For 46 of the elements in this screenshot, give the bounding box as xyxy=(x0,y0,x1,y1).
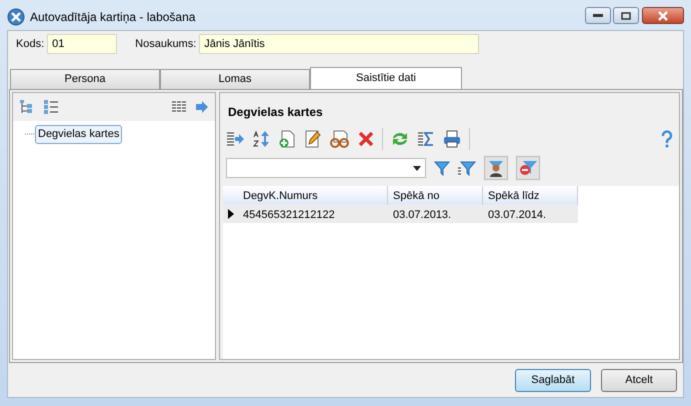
help-icon[interactable] xyxy=(661,130,673,148)
panel-title: Degvielas kartes xyxy=(228,105,323,119)
tab[interactable]: Lomas xyxy=(160,69,310,89)
list-icon[interactable] xyxy=(43,99,59,115)
table-cell-text: 03.07.2013. xyxy=(392,208,452,223)
add-document-icon[interactable] xyxy=(278,130,296,148)
filter-list-icon[interactable] xyxy=(458,160,476,176)
refresh-icon[interactable] xyxy=(391,130,409,148)
tab[interactable]: Saistītie dati xyxy=(310,67,462,89)
edit-icon[interactable] xyxy=(304,130,322,148)
no-entry-filter-icon xyxy=(519,159,537,177)
close-button[interactable] xyxy=(642,7,684,24)
person-icon xyxy=(487,159,505,177)
tree-item[interactable]: Degvielas kartes xyxy=(35,125,122,144)
table-cell-text: 03.07.2014. xyxy=(487,208,548,223)
export-icon[interactable] xyxy=(226,130,244,148)
sort-icon[interactable] xyxy=(252,130,270,148)
save-button[interactable]: Saglabāt xyxy=(515,368,591,392)
window-title: Autovadītāja kartiņa - labošana xyxy=(30,8,196,26)
text-field[interactable]: Jānis Jānītis xyxy=(199,34,480,54)
sum-icon[interactable] xyxy=(417,130,435,148)
tab[interactable]: Persona xyxy=(10,69,160,89)
view-icon[interactable] xyxy=(330,130,350,148)
columns-icon[interactable] xyxy=(171,100,187,114)
field-label: Nosaukums: xyxy=(135,36,196,52)
app-icon xyxy=(7,8,25,26)
delete-icon[interactable] xyxy=(358,131,374,147)
clear-filter-button[interactable] xyxy=(516,156,540,180)
tree-line xyxy=(25,133,35,136)
caret-icon xyxy=(413,166,421,170)
text-field[interactable]: 01 xyxy=(47,34,118,54)
table-row[interactable]: 454565321212122 03.07.2013. 03.07.2014. xyxy=(223,205,578,223)
close-icon xyxy=(657,10,669,20)
user-filter-button[interactable] xyxy=(484,156,508,180)
field-label: Kods: xyxy=(16,36,44,52)
maximize-icon xyxy=(621,12,632,20)
print-icon[interactable] xyxy=(443,130,461,148)
cancel-button[interactable]: Atcelt xyxy=(601,368,677,392)
minimize-button[interactable] xyxy=(584,7,610,24)
tree-expand-icon[interactable] xyxy=(19,99,35,115)
maximize-button[interactable] xyxy=(613,7,640,24)
filter-icon[interactable] xyxy=(434,160,450,176)
arrow-right-icon[interactable] xyxy=(195,100,209,114)
row-pointer-icon xyxy=(228,209,234,219)
table-cell-text: 454565321212122 xyxy=(242,208,336,223)
minimize-icon xyxy=(592,14,602,18)
